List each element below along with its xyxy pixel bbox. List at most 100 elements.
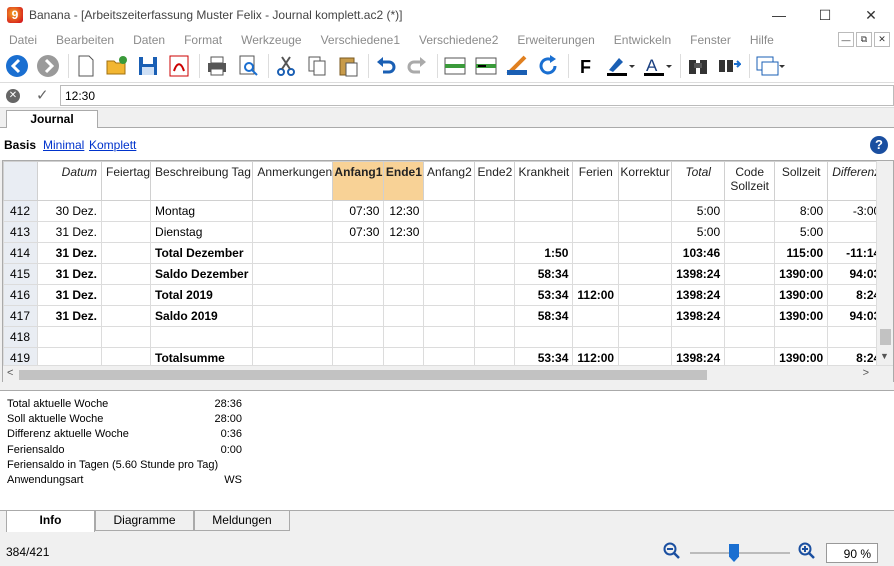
- view-minimal[interactable]: Minimal: [43, 138, 84, 152]
- table-row[interactable]: 413 31 Dez. Dienstag 07:30 12:30 5:00 5:00: [3, 221, 886, 243]
- cell-feiertag[interactable]: [100, 326, 152, 348]
- cell-datum[interactable]: 30 Dez.: [37, 200, 102, 222]
- insert-row-icon[interactable]: [441, 52, 469, 80]
- rename-tool-icon[interactable]: [503, 52, 531, 80]
- vertical-scroll-thumb[interactable]: [880, 329, 891, 345]
- cancel-edit-icon[interactable]: ✕: [6, 89, 20, 103]
- tab-meldungen[interactable]: Meldungen: [194, 511, 290, 531]
- cell-ende2[interactable]: [474, 284, 516, 306]
- row-number[interactable]: 415: [3, 263, 38, 285]
- cell-ende1[interactable]: [383, 242, 425, 264]
- cell-value-input[interactable]: 12:30: [60, 85, 894, 106]
- cell-sollzeit[interactable]: 5:00: [774, 221, 829, 243]
- cell-anfang1[interactable]: [332, 263, 385, 285]
- menu-verschiedene2[interactable]: Verschiedene2: [410, 33, 508, 47]
- horizontal-scroll-thumb[interactable]: [19, 370, 707, 380]
- col-header-krankheit[interactable]: Krankheit: [514, 161, 574, 201]
- cell-ende1[interactable]: [383, 263, 425, 285]
- col-header-anfang2[interactable]: Anfang2: [423, 161, 476, 201]
- cell-korrektur[interactable]: [618, 221, 673, 243]
- col-header-korrektur[interactable]: Korrektur: [618, 161, 673, 201]
- cell-datum[interactable]: 31 Dez.: [37, 284, 102, 306]
- cell-korrektur[interactable]: [618, 284, 673, 306]
- cell-sollzeit[interactable]: [774, 326, 829, 348]
- recalculate-icon[interactable]: [534, 52, 562, 80]
- tab-journal[interactable]: Journal: [6, 110, 98, 129]
- cell-anmerkungen[interactable]: [252, 263, 334, 285]
- table-row[interactable]: 412 30 Dez. Montag 07:30 12:30 5:00 8:00 -3:00: [3, 200, 886, 222]
- cell-code-sollzeit[interactable]: [724, 305, 776, 327]
- table-row[interactable]: 414 31 Dez. Total Dezember 1:50 103:46 115:00…: [3, 242, 886, 264]
- menu-entwickeln[interactable]: Entwickeln: [605, 33, 681, 47]
- confirm-edit-icon[interactable]: ✓: [36, 86, 49, 104]
- cell-krankheit[interactable]: [514, 326, 574, 348]
- cell-beschreibung[interactable]: Total 2019: [150, 284, 254, 306]
- col-header-ferien[interactable]: Ferien: [572, 161, 620, 201]
- cell-ferien[interactable]: [572, 305, 620, 327]
- cell-anmerkungen[interactable]: [252, 305, 334, 327]
- maximize-button[interactable]: ☐: [802, 0, 848, 30]
- delete-row-icon[interactable]: [472, 52, 500, 80]
- menu-daten[interactable]: Daten: [124, 33, 175, 47]
- cell-anfang1[interactable]: [332, 305, 385, 327]
- cell-korrektur[interactable]: [618, 242, 673, 264]
- zoom-slider-thumb[interactable]: [729, 544, 739, 562]
- cell-total[interactable]: 5:00: [671, 221, 726, 243]
- cell-ende2[interactable]: [474, 305, 516, 327]
- menu-datei[interactable]: Datei: [0, 33, 47, 47]
- cell-beschreibung[interactable]: [150, 326, 254, 348]
- cell-total[interactable]: [671, 326, 726, 348]
- find-icon[interactable]: [684, 52, 712, 80]
- cell-sollzeit[interactable]: 115:00: [774, 242, 829, 264]
- row-number[interactable]: 417: [3, 305, 38, 327]
- col-header-ende1[interactable]: Ende1: [383, 161, 425, 201]
- cell-ferien[interactable]: 112:00: [572, 284, 620, 306]
- cell-sollzeit[interactable]: 1390:00: [774, 284, 829, 306]
- cell-feiertag[interactable]: [100, 242, 152, 264]
- menu-fenster[interactable]: Fenster: [681, 33, 741, 47]
- row-number[interactable]: 412: [3, 200, 38, 222]
- cell-anfang2[interactable]: [423, 221, 476, 243]
- bold-icon[interactable]: F: [572, 52, 600, 80]
- undo-icon[interactable]: [372, 52, 400, 80]
- cell-anfang2[interactable]: [423, 263, 476, 285]
- col-header-code-sollzeit[interactable]: Code Sollzeit: [724, 161, 776, 201]
- tab-diagramme[interactable]: Diagramme: [95, 511, 194, 531]
- cell-krankheit[interactable]: [514, 200, 574, 222]
- minimize-button[interactable]: —: [756, 0, 802, 30]
- row-number[interactable]: 413: [3, 221, 38, 243]
- view-basis[interactable]: Basis: [4, 138, 36, 152]
- zoom-in-icon[interactable]: [798, 542, 815, 559]
- cell-code-sollzeit[interactable]: [724, 326, 776, 348]
- cell-korrektur[interactable]: [618, 326, 673, 348]
- highlight-color-icon[interactable]: [603, 52, 637, 80]
- cell-anmerkungen[interactable]: [252, 284, 334, 306]
- cell-korrektur[interactable]: [618, 200, 673, 222]
- menu-format[interactable]: Format: [175, 33, 232, 47]
- cell-anfang1[interactable]: 07:30: [332, 221, 385, 243]
- cell-ende1[interactable]: 12:30: [383, 200, 425, 222]
- cell-beschreibung[interactable]: Saldo 2019: [150, 305, 254, 327]
- col-header-total[interactable]: Total: [671, 161, 726, 201]
- cell-anfang2[interactable]: [423, 200, 476, 222]
- zoom-out-icon[interactable]: [663, 542, 680, 559]
- table-row[interactable]: 417 31 Dez. Saldo 2019 58:34 1398:24 1390:00 9…: [3, 305, 886, 327]
- cell-total[interactable]: 1398:24: [671, 305, 726, 327]
- cell-ferien[interactable]: [572, 263, 620, 285]
- new-file-icon[interactable]: [72, 52, 100, 80]
- cell-ferien[interactable]: [572, 200, 620, 222]
- cell-anmerkungen[interactable]: [252, 242, 334, 264]
- cell-datum[interactable]: [37, 326, 102, 348]
- window-switch-icon[interactable]: [753, 52, 787, 80]
- cell-anfang1[interactable]: [332, 326, 385, 348]
- col-header-sollzeit[interactable]: Sollzeit: [774, 161, 829, 201]
- cell-krankheit[interactable]: 58:34: [514, 263, 574, 285]
- cell-ferien[interactable]: [572, 221, 620, 243]
- save-icon[interactable]: [134, 52, 162, 80]
- cell-anmerkungen[interactable]: [252, 221, 334, 243]
- cell-total[interactable]: 103:46: [671, 242, 726, 264]
- cell-datum[interactable]: 31 Dez.: [37, 263, 102, 285]
- cell-ende2[interactable]: [474, 242, 516, 264]
- scroll-down-icon[interactable]: ▼: [880, 351, 889, 361]
- cell-datum[interactable]: 31 Dez.: [37, 305, 102, 327]
